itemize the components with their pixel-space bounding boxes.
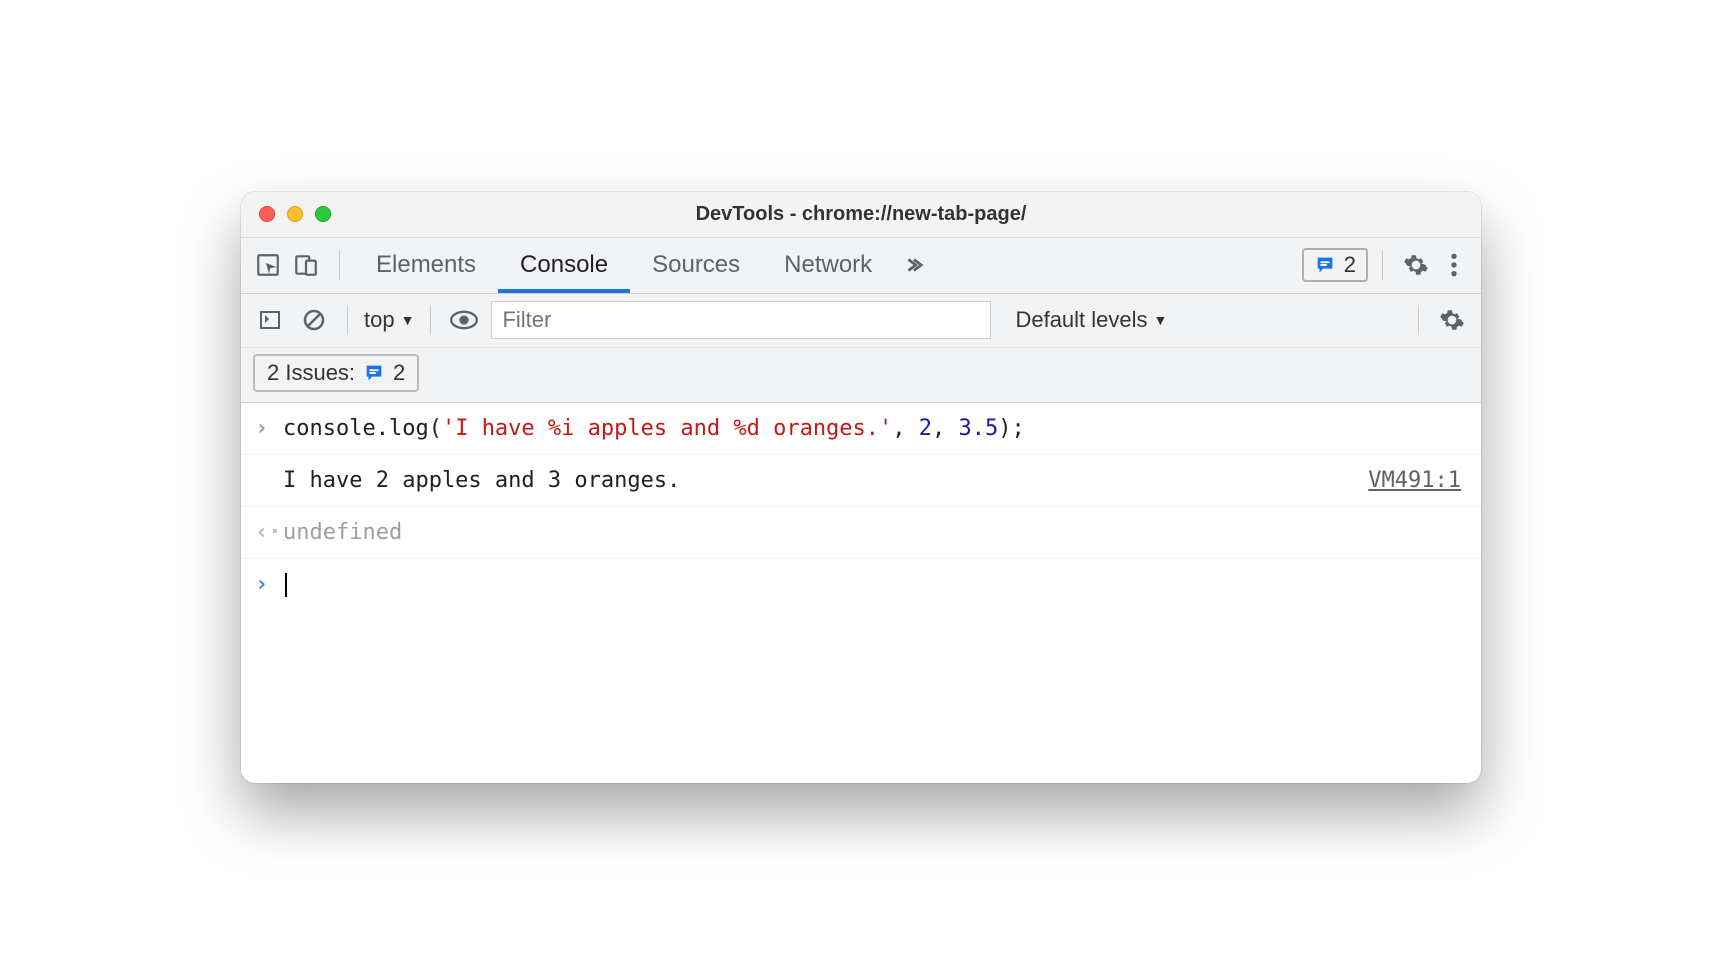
zoom-window-button[interactable] [315,206,331,222]
tab-console[interactable]: Console [498,238,630,293]
titlebar: DevTools - chrome://new-tab-page/ [241,192,1481,238]
main-tabbar: Elements Console Sources Network 2 [241,238,1481,294]
inspect-element-icon[interactable] [249,246,287,284]
divider [1382,250,1383,280]
tab-sources[interactable]: Sources [630,238,762,293]
issues-indicator[interactable]: 2 [1302,248,1368,282]
issues-label: 2 Issues: [267,360,355,386]
issues-chip[interactable]: 2 Issues: 2 [253,354,419,392]
close-window-button[interactable] [259,206,275,222]
filter-input[interactable] [491,301,991,339]
issues-chip-count: 2 [393,360,405,386]
message-icon [1314,254,1336,276]
console-output-text: I have 2 apples and 3 oranges. [283,463,1368,498]
clear-console-icon[interactable] [297,303,331,337]
log-levels-selector[interactable]: Default levels ▼ [1015,307,1167,333]
tab-elements[interactable]: Elements [354,238,498,293]
console-input-code: console.log('I have %i apples and %d ora… [283,411,1467,446]
traffic-lights [241,206,331,222]
live-expression-icon[interactable] [447,303,481,337]
settings-icon[interactable] [1397,246,1435,284]
more-tabs-icon[interactable] [894,246,932,284]
levels-label: Default levels [1015,307,1147,333]
divider [430,305,431,335]
prompt-icon: › [255,567,283,602]
devtools-window: DevTools - chrome://new-tab-page/ Elemen… [241,192,1481,783]
window-title: DevTools - chrome://new-tab-page/ [241,203,1481,226]
context-selector[interactable]: top ▼ [364,307,414,333]
tab-network[interactable]: Network [762,238,894,293]
console-prompt-row[interactable]: › [241,559,1481,610]
return-icon: ‹· [255,515,283,550]
console-sidebar-toggle-icon[interactable] [253,303,287,337]
text-cursor [285,573,287,597]
context-label: top [364,307,395,333]
minimize-window-button[interactable] [287,206,303,222]
console-body: › console.log('I have %i apples and %d o… [241,403,1481,783]
message-icon [363,362,385,384]
prompt-input[interactable] [283,567,1467,602]
device-toggle-icon[interactable] [287,246,325,284]
source-link[interactable]: VM491:1 [1368,463,1467,498]
issues-count: 2 [1344,252,1356,278]
chevron-down-icon: ▼ [1154,312,1168,328]
more-options-icon[interactable] [1435,246,1473,284]
divider [339,250,340,280]
console-output-row: I have 2 apples and 3 oranges. VM491:1 [241,455,1481,507]
chevron-down-icon: ▼ [401,312,415,328]
console-toolbar: top ▼ Default levels ▼ [241,294,1481,348]
return-value: undefined [283,515,1467,550]
issues-bar: 2 Issues: 2 [241,348,1481,403]
console-return-row: ‹· undefined [241,507,1481,559]
console-settings-icon[interactable] [1435,303,1469,337]
prompt-input-icon: › [255,411,283,446]
console-input-row: › console.log('I have %i apples and %d o… [241,403,1481,455]
divider [347,305,348,335]
divider [1418,305,1419,335]
